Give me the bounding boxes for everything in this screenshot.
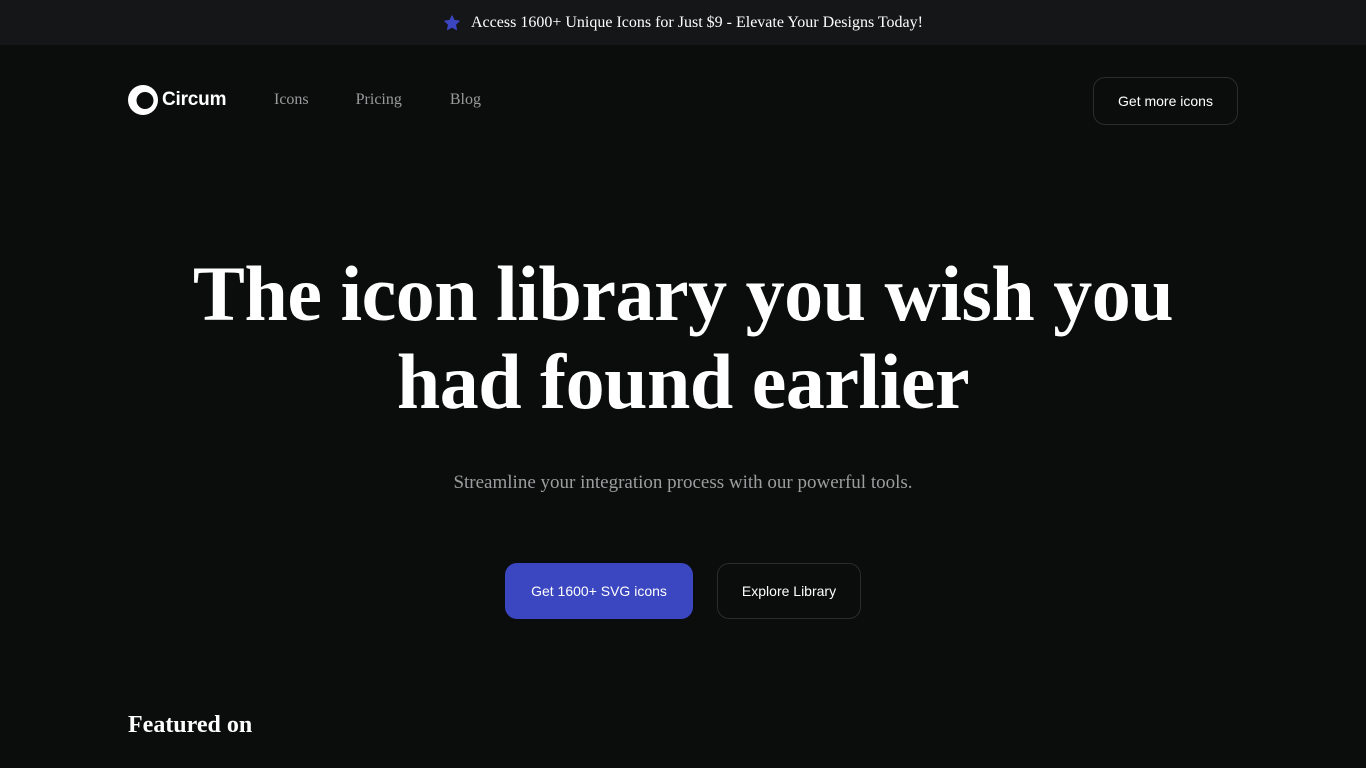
banner-text: Access 1600+ Unique Icons for Just $9 - … (471, 13, 923, 31)
logo[interactable]: Circum (128, 85, 226, 115)
navbar: Circum Icons Pricing Blog Get more icons (0, 45, 1366, 157)
star-icon (444, 14, 460, 30)
nav-link-blog[interactable]: Blog (450, 91, 481, 109)
hero-cta-row: Get 1600+ SVG icons Explore Library (505, 563, 861, 619)
featured-on-heading: Featured on (128, 712, 253, 738)
nav-link-icons[interactable]: Icons (274, 91, 309, 109)
hero-title: The icon library you wish you had found … (192, 250, 1174, 425)
explore-library-button[interactable]: Explore Library (717, 563, 861, 619)
logo-text: Circum (162, 89, 227, 110)
get-svg-icons-button[interactable]: Get 1600+ SVG icons (505, 563, 693, 619)
hero-subtitle: Streamline your integration process with… (453, 472, 913, 493)
main-nav: Icons Pricing Blog (274, 91, 481, 109)
nav-link-pricing[interactable]: Pricing (356, 91, 402, 109)
circum-logo-icon (128, 85, 158, 115)
promo-banner[interactable]: Access 1600+ Unique Icons for Just $9 - … (0, 0, 1366, 45)
get-more-icons-button[interactable]: Get more icons (1093, 77, 1238, 125)
